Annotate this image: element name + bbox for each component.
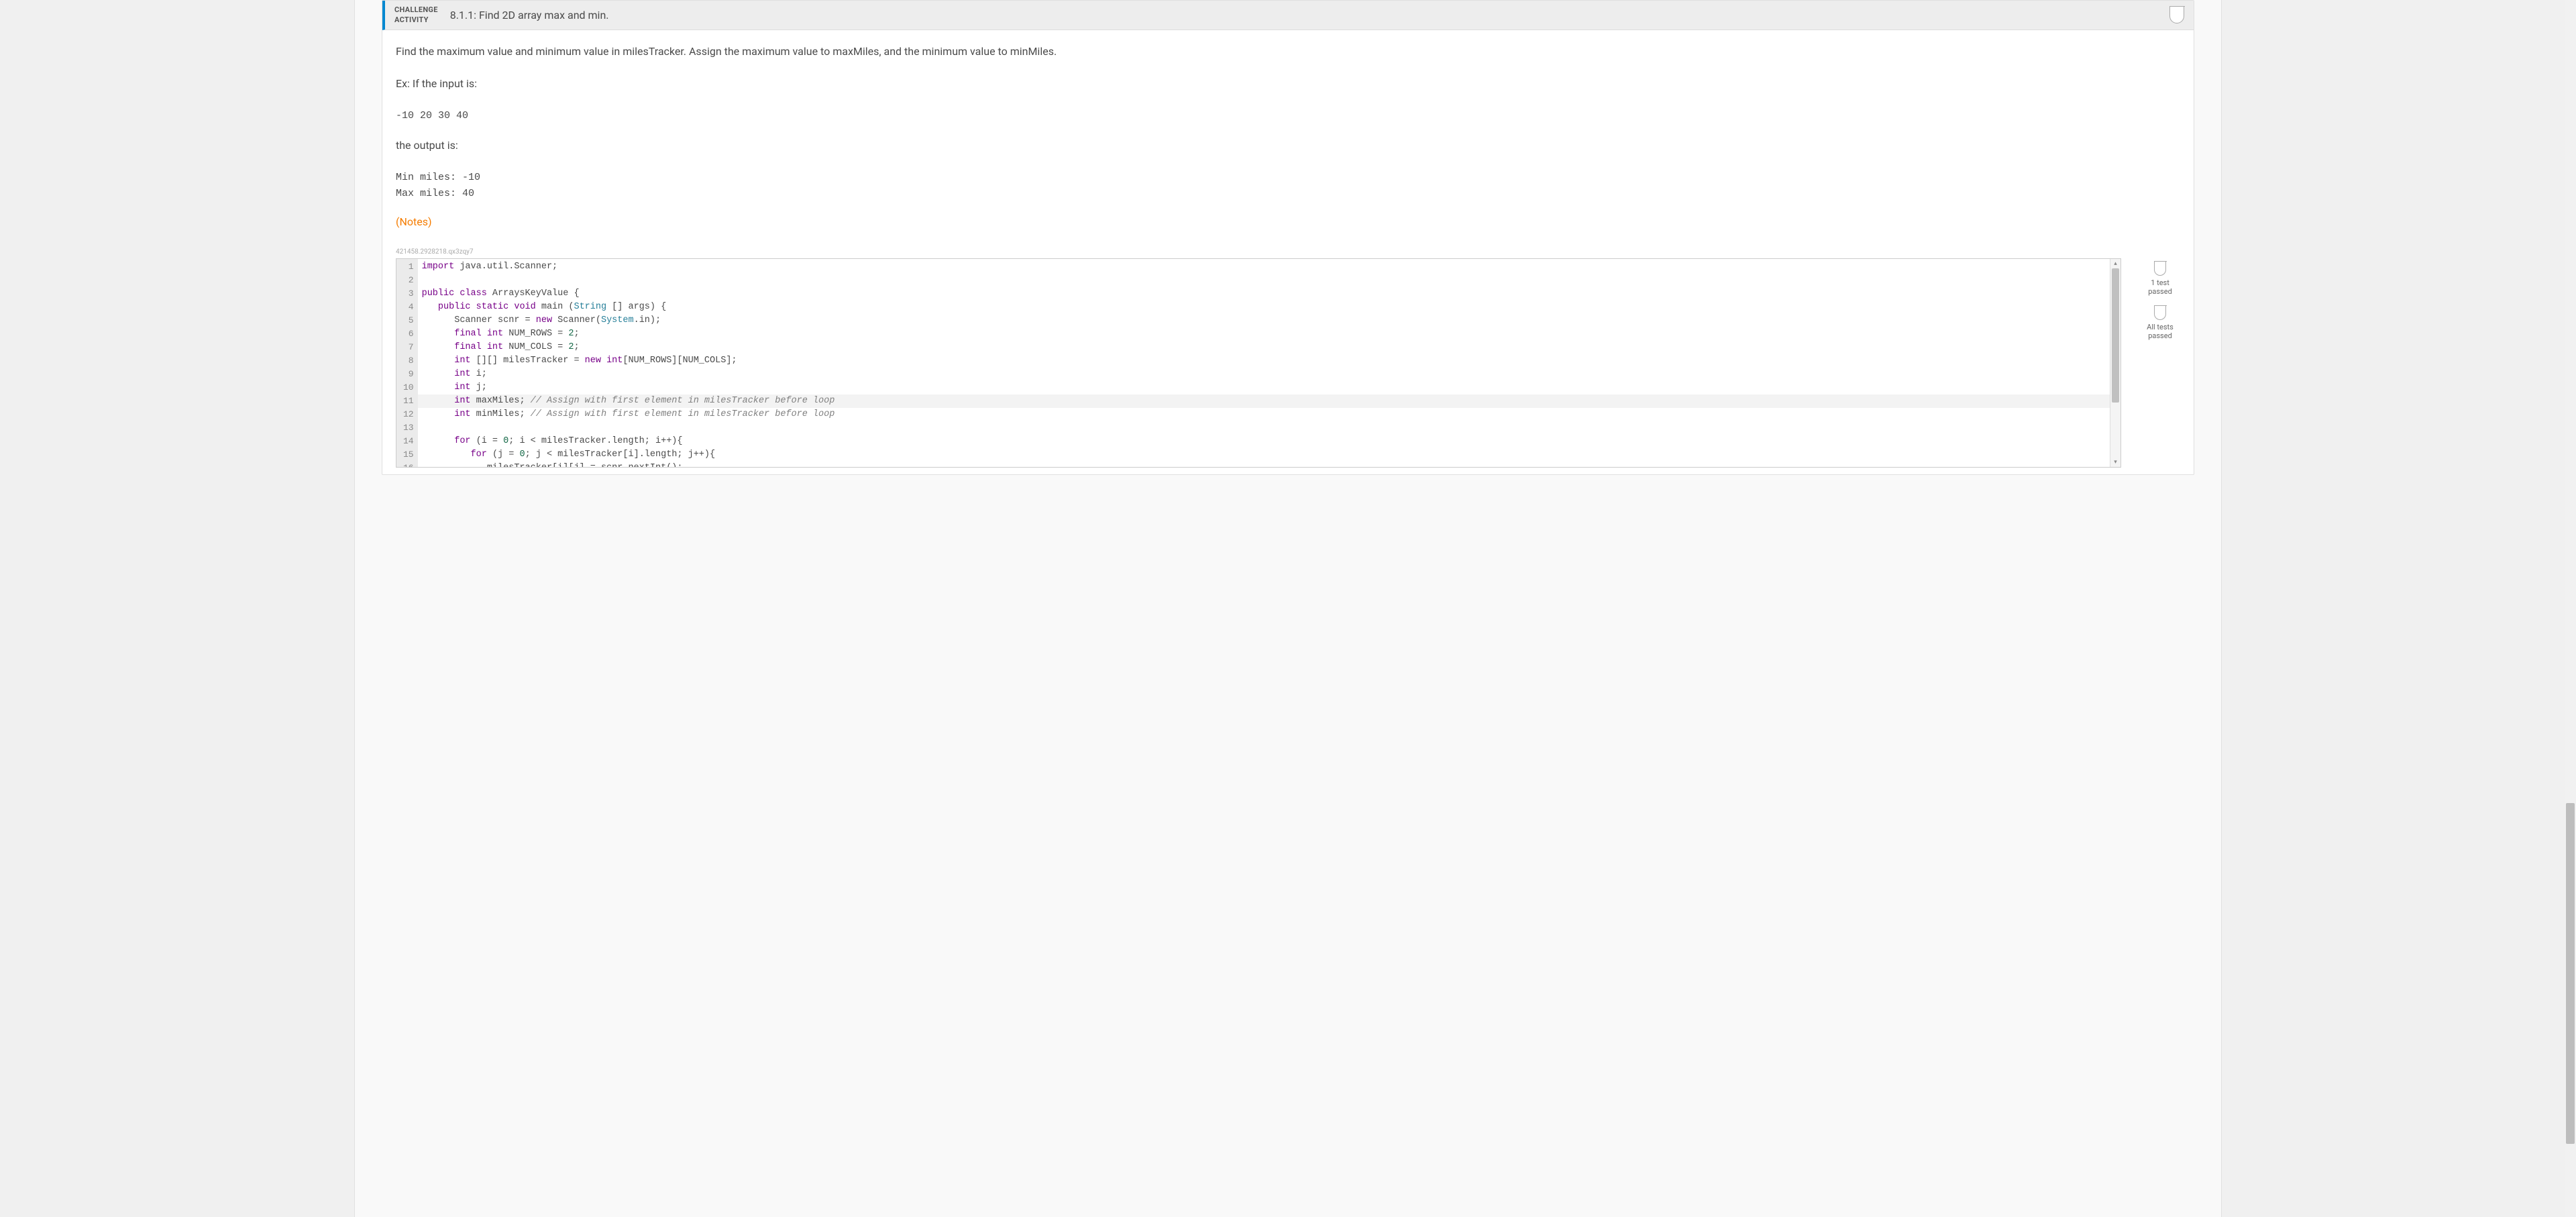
code-line[interactable]: public class ArraysKeyValue { xyxy=(422,287,2121,301)
code-line[interactable]: final int NUM_COLS = 2; xyxy=(422,341,2121,354)
one-test-passed: passed xyxy=(2140,287,2180,296)
line-number: 7 xyxy=(403,341,414,354)
line-number: 8 xyxy=(403,354,414,368)
scroll-up-icon[interactable]: ▴ xyxy=(2110,259,2121,268)
challenge-badge: CHALLENGE ACTIVITY xyxy=(394,5,438,25)
code-line[interactable]: int i; xyxy=(422,368,2121,381)
editor-scroll-thumb[interactable] xyxy=(2112,268,2119,403)
code-line[interactable]: for (i = 0; i < milesTracker.length; i++… xyxy=(422,435,2121,448)
badge-line-1: CHALLENGE xyxy=(394,5,438,15)
code-line[interactable] xyxy=(422,274,2121,287)
code-line[interactable]: public static void main (String [] args)… xyxy=(422,301,2121,314)
code-line[interactable]: int j; xyxy=(422,381,2121,394)
test-status-panel: 1 test passed All tests passed xyxy=(2140,258,2180,350)
watermark-id: 421458.2928218.qx3zqy7 xyxy=(396,248,2180,256)
code-line[interactable]: milesTracker[i][j] = scnr.nextInt(); xyxy=(422,462,2121,467)
code-editor-viewport: 123456789101112131415161718 import java.… xyxy=(396,259,2121,467)
badge-line-2: ACTIVITY xyxy=(394,15,438,25)
one-test-status: 1 test passed xyxy=(2140,261,2180,296)
code-line[interactable]: Scanner scnr = new Scanner(System.in); xyxy=(422,314,2121,327)
line-number: 11 xyxy=(403,394,414,408)
line-number: 16 xyxy=(403,462,414,467)
challenge-card: CHALLENGE ACTIVITY 8.1.1: Find 2D array … xyxy=(382,0,2194,475)
scroll-down-icon[interactable]: ▾ xyxy=(2110,458,2121,467)
problem-description: Find the maximum value and minimum value… xyxy=(396,44,2180,60)
code-line[interactable]: final int NUM_ROWS = 2; xyxy=(422,327,2121,341)
code-content[interactable]: import java.util.Scanner; public class Ar… xyxy=(418,259,2121,467)
line-number: 13 xyxy=(403,421,414,435)
code-line[interactable]: int minMiles; // Assign with first eleme… xyxy=(422,408,2121,421)
code-line[interactable]: for (j = 0; j < milesTracker[i].length; … xyxy=(422,448,2121,462)
line-number: 12 xyxy=(403,408,414,421)
challenge-body: Find the maximum value and minimum value… xyxy=(382,30,2194,474)
completion-shield-icon xyxy=(2169,6,2184,23)
one-test-shield-icon xyxy=(2154,261,2166,276)
line-number: 10 xyxy=(403,381,414,394)
editor-row: 123456789101112131415161718 import java.… xyxy=(396,258,2180,468)
code-line[interactable]: import java.util.Scanner; xyxy=(422,260,2121,274)
example-input-label: Ex: If the input is: xyxy=(396,76,2180,92)
all-tests-passed: passed xyxy=(2140,331,2180,340)
all-tests-status: All tests passed xyxy=(2140,305,2180,340)
example-output-label: the output is: xyxy=(396,138,2180,154)
line-number: 15 xyxy=(403,448,414,462)
challenge-title: 8.1.1: Find 2D array max and min. xyxy=(450,9,609,21)
code-line[interactable]: int [][] milesTracker = new int[NUM_ROWS… xyxy=(422,354,2121,368)
one-test-label: 1 test xyxy=(2140,278,2180,287)
line-number: 6 xyxy=(403,327,414,341)
all-tests-shield-icon xyxy=(2154,305,2166,320)
line-number: 14 xyxy=(403,435,414,448)
code-editor[interactable]: 123456789101112131415161718 import java.… xyxy=(396,258,2121,468)
all-tests-label: All tests xyxy=(2140,323,2180,331)
line-number: 1 xyxy=(403,260,414,274)
code-line[interactable]: int maxMiles; // Assign with first eleme… xyxy=(418,394,2121,408)
page-scroll-thumb[interactable] xyxy=(2566,803,2575,1144)
line-number: 3 xyxy=(403,287,414,301)
example-output: Min miles: -10 Max miles: 40 xyxy=(396,170,2180,202)
line-number: 9 xyxy=(403,368,414,381)
code-line[interactable] xyxy=(422,421,2121,435)
line-number: 4 xyxy=(403,301,414,314)
challenge-header: CHALLENGE ACTIVITY 8.1.1: Find 2D array … xyxy=(382,1,2194,30)
editor-scrollbar[interactable]: ▴ ▾ xyxy=(2110,259,2121,467)
line-number-gutter: 123456789101112131415161718 xyxy=(396,259,418,467)
notes-link[interactable]: (Notes) xyxy=(396,215,432,228)
line-number: 2 xyxy=(403,274,414,287)
line-number: 5 xyxy=(403,314,414,327)
page-container: CHALLENGE ACTIVITY 8.1.1: Find 2D array … xyxy=(354,0,2222,1217)
page-scrollbar[interactable] xyxy=(2565,0,2576,1217)
example-input: -10 20 30 40 xyxy=(396,108,2180,124)
